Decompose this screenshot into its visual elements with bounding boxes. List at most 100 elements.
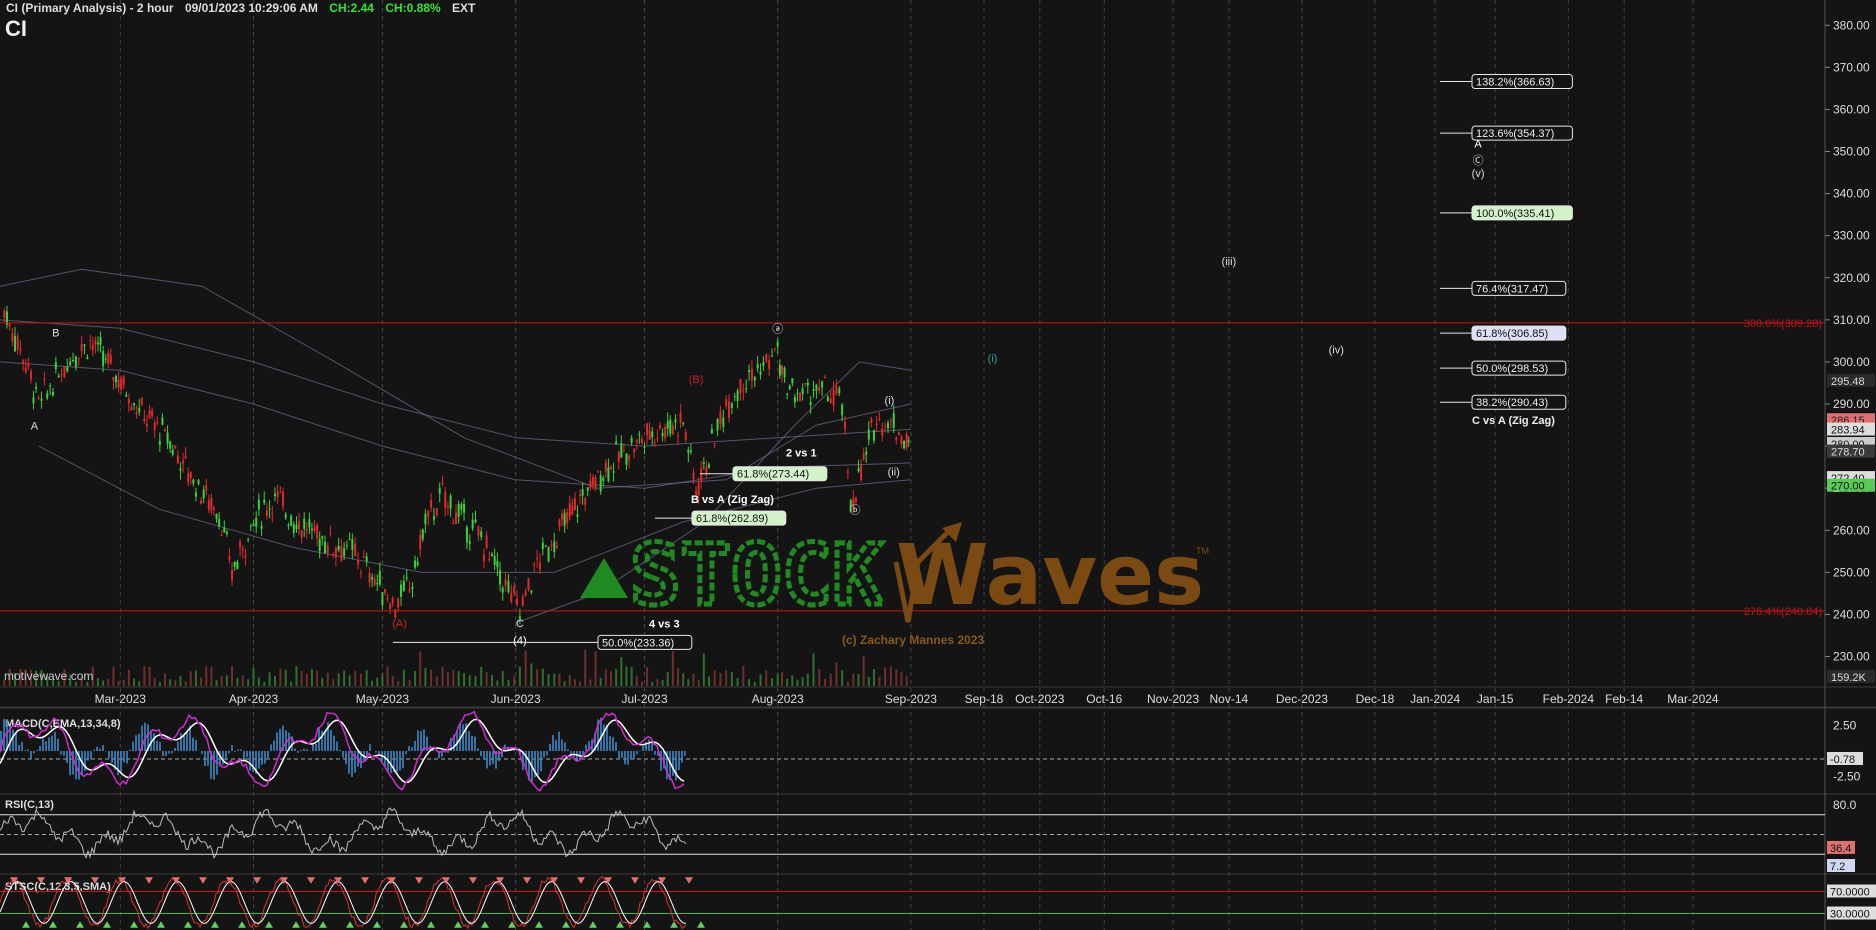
price-badge-label: 270.00 (1831, 481, 1865, 493)
candle-body (202, 489, 205, 499)
macd-bar (234, 751, 236, 752)
y-tick-label: 320.00 (1833, 271, 1870, 285)
candle-body (599, 475, 602, 492)
volume-bar (625, 666, 628, 686)
volume-bar (501, 671, 504, 686)
volume-bar (530, 663, 533, 686)
candle-body (687, 449, 690, 453)
candle-body (69, 361, 72, 366)
candle-body (408, 589, 411, 592)
candle-body (725, 399, 728, 406)
candle-body (591, 476, 594, 485)
candle-body (812, 389, 815, 392)
volume-bar (872, 669, 875, 686)
candle-body (292, 524, 295, 533)
candle-body (273, 493, 276, 497)
volume-bar (174, 680, 177, 686)
candle-body (666, 421, 669, 429)
volume-bar (337, 673, 340, 686)
x-tick-label: Apr-2023 (229, 692, 279, 706)
x-tick-label: Nov-14 (1210, 692, 1249, 706)
candle-body (218, 518, 221, 527)
candle-body (550, 544, 553, 547)
volume-bar (594, 651, 597, 686)
candle-body (276, 492, 279, 497)
candle-body (432, 516, 435, 520)
candle-body (527, 578, 530, 591)
macd-bar (585, 744, 587, 751)
stsc-buy-marker (670, 921, 678, 928)
candle-body (255, 517, 258, 527)
macd-bar (54, 732, 56, 751)
volume-bar (290, 681, 293, 686)
volume-bar (402, 669, 405, 686)
y-tick-label: 260.00 (1833, 523, 1870, 537)
candle-body (818, 387, 821, 391)
macd-bar (240, 749, 242, 751)
wave-label: ⓐ (772, 322, 783, 335)
y-tick-label: 250.00 (1833, 565, 1870, 579)
volume-badge-label: 159.2K (1831, 672, 1867, 684)
volume-bar (725, 670, 728, 686)
candle-body (140, 397, 143, 405)
macd-bar (99, 748, 101, 751)
volume-bar (563, 681, 566, 686)
x-tick-label: Dec-18 (1356, 692, 1395, 706)
macd-bar (42, 738, 44, 751)
candle-body (768, 360, 771, 369)
candle-body (27, 362, 30, 367)
wave-label: (v) (1472, 168, 1485, 180)
candle-body (702, 462, 705, 464)
volume-bar (573, 679, 576, 686)
x-tick-label: Jul-2023 (621, 692, 667, 706)
candle-body (872, 430, 875, 441)
macd-bar (546, 751, 548, 756)
chart-canvas[interactable]: Mar-2023 Apr-2023 May-2023 Jun-2023 Jul-2023… (0, 0, 1876, 930)
candle-body (405, 577, 408, 579)
fib-4vs3-label: 50.0%(233.36) (602, 637, 674, 649)
candle-body (133, 403, 136, 406)
candle-body (192, 479, 195, 484)
candle-body (457, 503, 460, 517)
volume-bar (424, 667, 427, 686)
candle-body (326, 545, 329, 554)
candle-body (465, 527, 468, 543)
candle-body (781, 365, 784, 375)
macd-bar (204, 751, 206, 767)
volume-bar (770, 678, 773, 686)
macd-bar (468, 731, 470, 751)
candle-body (841, 404, 844, 416)
candle-body (421, 529, 424, 540)
candle-body (622, 450, 625, 452)
macd-bar (648, 739, 650, 751)
candle-body (692, 472, 695, 480)
macd-bar (333, 735, 335, 751)
candle-body (194, 492, 197, 497)
candle-body (389, 604, 392, 609)
chart-header: CI (Primary Analysis) - 2 hour 09/01/202… (6, 1, 483, 15)
volume-bar (895, 669, 898, 686)
candle-body (571, 505, 574, 515)
candle-body (376, 583, 379, 585)
volume-bar (513, 676, 516, 686)
macd-bar (567, 749, 569, 751)
volume-bar (310, 669, 313, 686)
macd-bar (672, 751, 674, 776)
macd-bar (45, 741, 47, 751)
candle-body (640, 438, 643, 444)
candle-body (104, 358, 107, 360)
volume-bar (615, 668, 618, 686)
volume-bar (568, 674, 571, 686)
candle-body (674, 419, 677, 423)
candle-body (762, 362, 765, 366)
candle-body (669, 419, 672, 434)
candle-body (617, 451, 620, 463)
candle-body (579, 494, 582, 496)
macd-bar (57, 738, 59, 751)
volume-bar (263, 681, 266, 686)
candle-body (151, 410, 154, 417)
candle-body (739, 379, 742, 394)
volume-bar (117, 681, 120, 686)
y-tick-label: 370.00 (1833, 60, 1870, 74)
macd-bar (297, 751, 299, 753)
